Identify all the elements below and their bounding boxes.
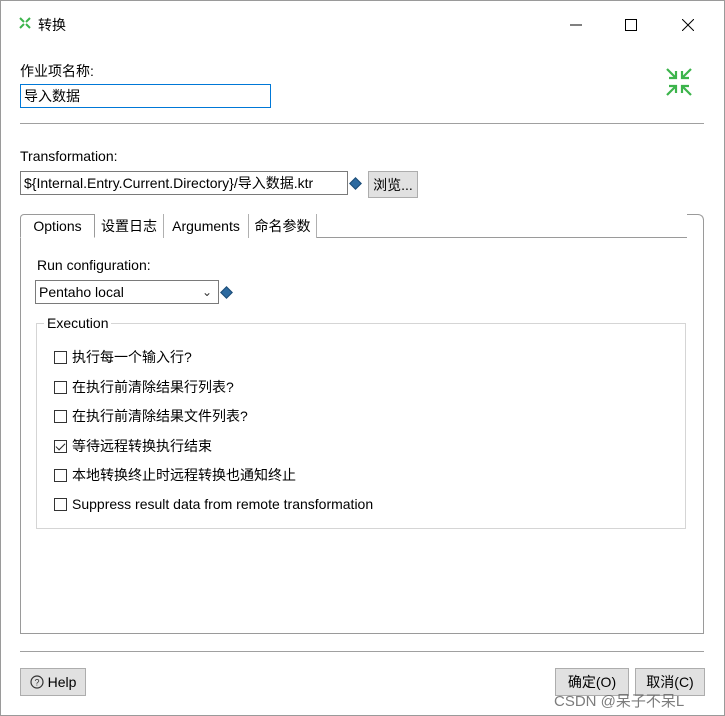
checkbox[interactable] xyxy=(54,350,67,364)
run-configuration-select[interactable]: Pentaho local ⌄ xyxy=(35,280,219,304)
checkbox[interactable] xyxy=(54,468,67,482)
title-bar: 转换 xyxy=(1,1,724,49)
transformation-icon xyxy=(19,17,31,29)
collapse-arrows-icon xyxy=(666,68,692,96)
checkbox-row-wait-remote[interactable]: 等待远程转换执行结束 xyxy=(54,436,212,456)
execution-group-title: Execution xyxy=(44,315,112,331)
checkbox-label: 本地转换终止时远程转换也通知终止 xyxy=(72,467,296,483)
checkbox[interactable] xyxy=(54,497,67,511)
tab-strip-corner xyxy=(687,214,704,238)
window-title: 转换 xyxy=(38,17,66,33)
tab-options[interactable]: Options xyxy=(20,214,95,238)
close-button[interactable] xyxy=(665,9,711,41)
checkbox-label: 等待远程转换执行结束 xyxy=(72,438,212,454)
checkbox-label: 在执行前清除结果文件列表? xyxy=(72,408,248,424)
checkbox-checked[interactable] xyxy=(54,439,67,453)
transformation-label: Transformation: xyxy=(20,148,118,164)
checkbox-label: Suppress result data from remote transfo… xyxy=(72,496,374,512)
maximize-icon xyxy=(625,19,637,31)
help-button-label: Help xyxy=(47,674,77,690)
maximize-button[interactable] xyxy=(608,9,654,41)
job-entry-name-input[interactable]: 导入数据 xyxy=(20,84,271,108)
checkbox[interactable] xyxy=(54,380,67,394)
checkbox-row-follow-abort[interactable]: 本地转换终止时远程转换也通知终止 xyxy=(54,465,296,485)
checkbox-label: 执行每一个输入行? xyxy=(72,349,192,365)
close-icon xyxy=(682,19,694,31)
checkbox-row-clear-result-rows[interactable]: 在执行前清除结果行列表? xyxy=(54,377,234,397)
checkbox[interactable] xyxy=(54,409,67,423)
tab-named-parameters[interactable]: 命名参数 xyxy=(249,214,317,238)
minimize-icon xyxy=(570,24,582,26)
help-circle-icon: ? xyxy=(29,675,44,689)
tab-logging[interactable]: 设置日志 xyxy=(95,214,164,238)
checkbox-row-suppress-result[interactable]: Suppress result data from remote transfo… xyxy=(54,494,373,514)
separator-top xyxy=(20,123,704,124)
minimize-button[interactable] xyxy=(553,9,599,41)
tab-arguments[interactable]: Arguments xyxy=(164,214,249,238)
help-button[interactable]: ? Help xyxy=(20,668,86,696)
transformation-path-input[interactable]: ${Internal.Entry.Current.Directory}/导入数据… xyxy=(20,171,348,195)
checkbox-row-every-input-row[interactable]: 执行每一个输入行? xyxy=(54,347,192,367)
variable-diamond-icon xyxy=(349,177,362,190)
checkbox-label: 在执行前清除结果行列表? xyxy=(72,379,234,395)
browse-button[interactable]: 浏览... xyxy=(368,171,418,198)
separator-bottom xyxy=(20,651,704,652)
svg-text:?: ? xyxy=(34,678,39,688)
dialog-window: 转换 作业项名称: 导入数据 Transformation: ${Interna… xyxy=(0,0,725,716)
run-configuration-value: Pentaho local xyxy=(39,284,124,300)
watermark: CSDN @呆子不呆L xyxy=(554,693,685,710)
chevron-down-icon: ⌄ xyxy=(201,285,212,299)
run-configuration-label: Run configuration: xyxy=(37,257,151,273)
job-entry-name-label: 作业项名称: xyxy=(20,63,94,79)
checkbox-row-clear-result-files[interactable]: 在执行前清除结果文件列表? xyxy=(54,406,248,426)
